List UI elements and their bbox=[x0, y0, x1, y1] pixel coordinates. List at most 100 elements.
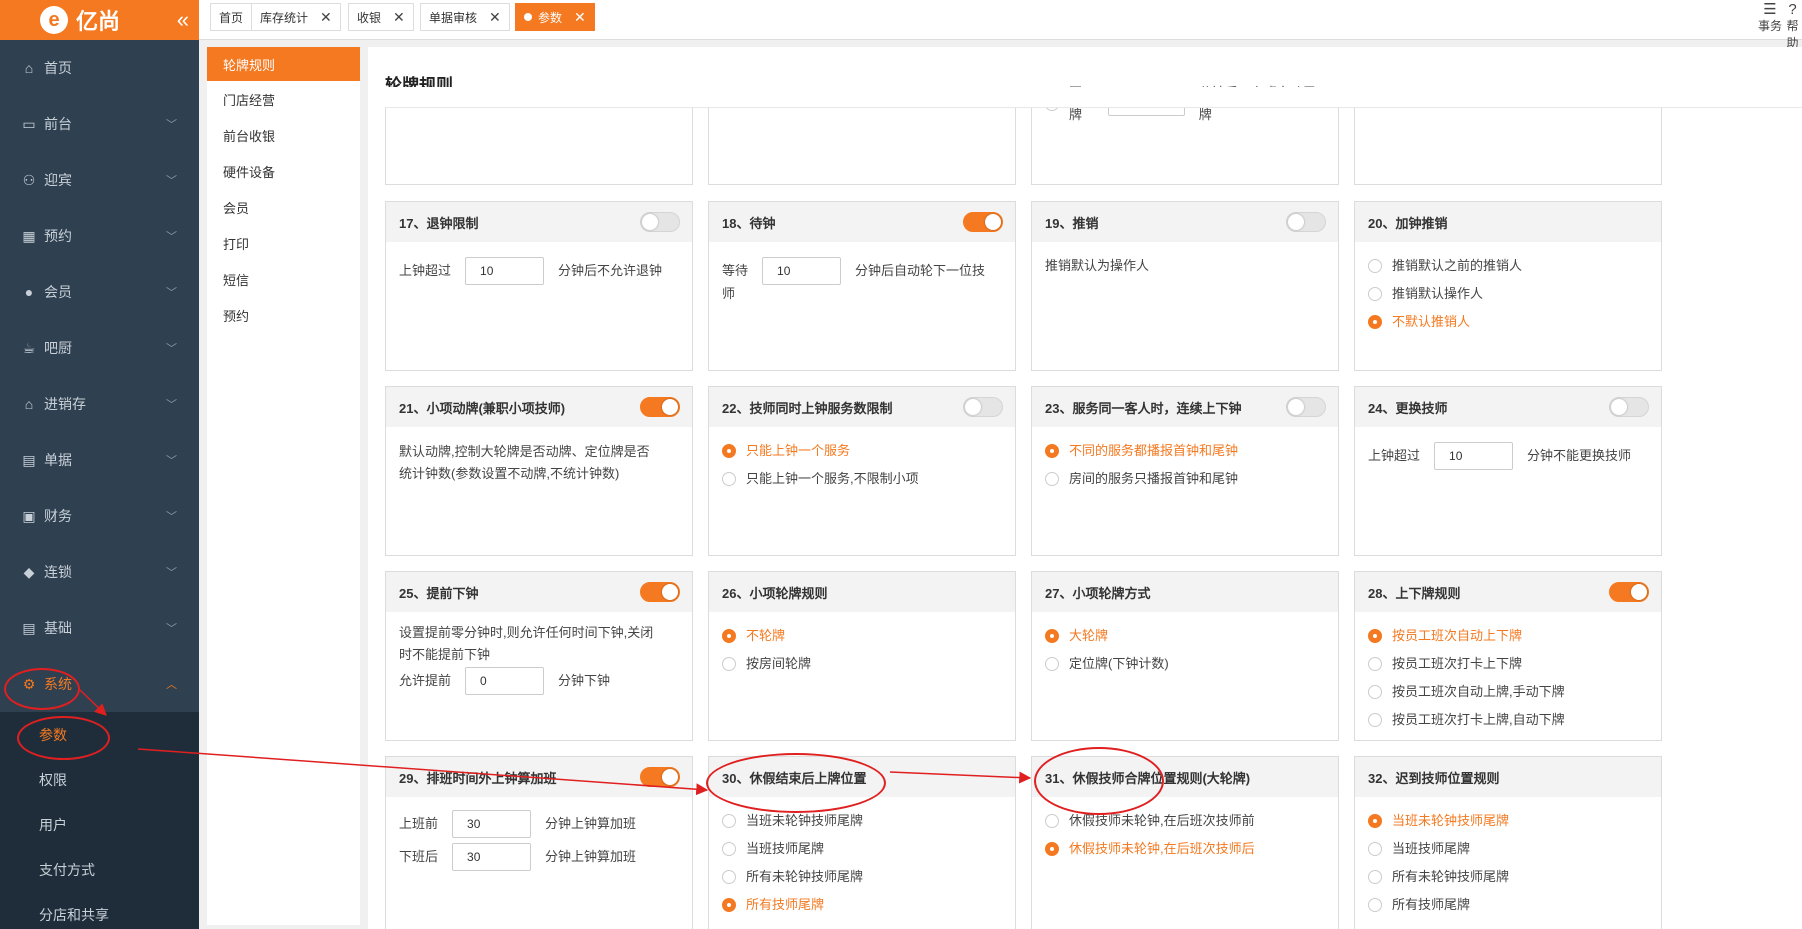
sidebar-item-inventory[interactable]: ⌂ 进销存 ﹀ bbox=[0, 376, 199, 432]
sidebar-item-home[interactable]: ⌂ 首页 bbox=[0, 40, 199, 96]
radio-option[interactable]: 当班未轮钟技师尾牌 bbox=[1368, 807, 1648, 835]
toggle-switch[interactable] bbox=[640, 767, 680, 787]
minutes-input[interactable]: 10 bbox=[762, 256, 842, 285]
warehouse-icon: ⌂ bbox=[24, 396, 34, 412]
submenu-item-store-operation[interactable]: 门店经营 bbox=[207, 81, 360, 117]
sidebar-item-front-desk[interactable]: ▭ 前台 ﹀ bbox=[0, 96, 199, 152]
subnav-item-params[interactable]: 参数 bbox=[0, 712, 199, 757]
close-icon[interactable]: ✕ bbox=[393, 9, 405, 26]
toggle-switch[interactable] bbox=[963, 212, 1003, 232]
radio-option[interactable]: 推销默认操作人 bbox=[1368, 280, 1648, 308]
sidebar-item-basic[interactable]: ▤ 基础 ﹀ bbox=[0, 600, 199, 656]
toggle-switch[interactable] bbox=[1609, 397, 1649, 417]
radio-option[interactable]: 按员工班次自动上下牌 bbox=[1368, 622, 1648, 650]
radio-selected-icon bbox=[1045, 444, 1059, 458]
radio-option[interactable]: 当班技师尾牌 bbox=[1368, 835, 1648, 863]
radio-option[interactable]: 所有未轮钟技师尾牌 bbox=[1368, 863, 1648, 891]
radio-label: 当班未轮钟技师尾牌 bbox=[746, 813, 864, 828]
minutes-input[interactable]: 10 bbox=[465, 256, 545, 285]
submenu-item-hardware[interactable]: 硬件设备 bbox=[207, 153, 360, 189]
radio-option[interactable]: 当班技师尾牌 bbox=[722, 835, 1002, 863]
radio-option[interactable]: 按员工班次打卡上下牌 bbox=[1368, 650, 1648, 678]
toggle-switch[interactable] bbox=[640, 397, 680, 417]
submenu-item-member[interactable]: 会员 bbox=[207, 189, 360, 225]
sidebar-item-member[interactable]: ● 会员 ﹀ bbox=[0, 264, 199, 320]
submenu-item-booking[interactable]: 预约 bbox=[207, 297, 360, 333]
submenu-item-cashier[interactable]: 前台收银 bbox=[207, 117, 360, 153]
toggle-switch[interactable] bbox=[963, 397, 1003, 417]
card-partial-1: 不动牌 bbox=[385, 92, 693, 185]
sidebar-item-chain[interactable]: ◆ 连锁 ﹀ bbox=[0, 544, 199, 600]
close-icon[interactable]: ✕ bbox=[489, 9, 501, 26]
sidebar-item-finance[interactable]: ▣ 财务 ﹀ bbox=[0, 488, 199, 544]
radio-option[interactable]: 所有技师尾牌 bbox=[722, 891, 1002, 919]
radio-option[interactable]: 推销默认之前的推销人 bbox=[1368, 252, 1648, 280]
card-19: 19、推销 推销默认为操作人 bbox=[1031, 201, 1339, 371]
radio-option[interactable]: 定位牌(下钟计数) bbox=[1045, 650, 1325, 678]
radio-option[interactable]: 所有未轮钟技师尾牌 bbox=[722, 863, 1002, 891]
collapse-sidebar-icon[interactable]: « bbox=[177, 7, 189, 33]
tab-home[interactable]: 首页 bbox=[210, 3, 253, 31]
radio-empty-icon bbox=[1368, 713, 1382, 727]
sidebar-item-booking[interactable]: ▦ 预约 ﹀ bbox=[0, 208, 199, 264]
radio-empty-icon bbox=[1368, 657, 1382, 671]
radio-label: 当班技师尾牌 bbox=[746, 841, 825, 856]
toggle-switch[interactable] bbox=[1286, 397, 1326, 417]
toggle-switch[interactable] bbox=[640, 582, 680, 602]
card-title-text: 26、小项轮牌规则 bbox=[722, 585, 828, 601]
radio-label: 只能上钟一个服务,不限制小项 bbox=[746, 471, 919, 486]
tasks-button[interactable]: ☰ 事务 bbox=[1758, 2, 1782, 34]
sidebar-item-documents[interactable]: ▤ 单据 ﹀ bbox=[0, 432, 199, 488]
radio-option[interactable]: 按员工班次打卡上牌,自动下牌 bbox=[1368, 706, 1648, 734]
toggle-switch[interactable] bbox=[1609, 582, 1649, 602]
radio-label: 按房间轮牌 bbox=[746, 656, 812, 671]
tab-doc-review[interactable]: 单据审核 ✕ bbox=[420, 3, 510, 31]
toggle-switch[interactable] bbox=[640, 212, 680, 232]
minutes-input[interactable]: 0 bbox=[465, 666, 545, 695]
radio-option[interactable]: 只能上钟一个服务 bbox=[722, 437, 1002, 465]
minutes-input[interactable]: 10 bbox=[1434, 441, 1514, 470]
radio-option[interactable]: 休假技师未轮钟,在后班次技师前 bbox=[1045, 807, 1325, 835]
radio-option[interactable]: 休假技师未轮钟,在后班次技师后 bbox=[1045, 835, 1325, 863]
tab-stock-stats[interactable]: 库存统计 ✕ bbox=[251, 3, 341, 31]
field-prefix: 上钟超过 bbox=[399, 262, 452, 278]
minutes-input[interactable]: 30 bbox=[452, 809, 532, 838]
radio-empty-icon bbox=[1368, 685, 1382, 699]
help-button[interactable]: ? 帮助 bbox=[1783, 2, 1802, 51]
subnav-item-permissions[interactable]: 权限 bbox=[0, 757, 199, 802]
minutes-input[interactable]: 30 bbox=[452, 842, 532, 871]
home-icon: ⌂ bbox=[24, 60, 34, 76]
radio-option[interactable]: 只能上钟一个服务,不限制小项 bbox=[722, 465, 1002, 493]
radio-option[interactable]: 当班未轮钟技师尾牌 bbox=[722, 807, 1002, 835]
close-icon[interactable]: ✕ bbox=[320, 9, 332, 26]
sidebar-item-label: 系统 bbox=[44, 676, 72, 692]
tab-cashier[interactable]: 收银 ✕ bbox=[348, 3, 414, 31]
radio-option[interactable]: 不轮牌 bbox=[722, 622, 1002, 650]
radio-option[interactable]: 按员工班次自动上牌,手动下牌 bbox=[1368, 678, 1648, 706]
tab-params[interactable]: 参数 ✕ bbox=[515, 3, 595, 31]
submenu-item-print[interactable]: 打印 bbox=[207, 225, 360, 261]
sidebar-item-system[interactable]: ⚙ 系统 ︿ bbox=[0, 656, 199, 712]
radio-option[interactable]: 房间的服务只播报首钟和尾钟 bbox=[1045, 465, 1325, 493]
radio-label: 大轮牌 bbox=[1069, 628, 1109, 643]
submenu-item-sms[interactable]: 短信 bbox=[207, 261, 360, 297]
radio-option[interactable]: 大轮牌 bbox=[1045, 622, 1325, 650]
radio-empty-icon bbox=[1368, 842, 1382, 856]
sidebar-item-reception[interactable]: ⚇ 迎宾 ﹀ bbox=[0, 152, 199, 208]
subnav-item-payment[interactable]: 支付方式 bbox=[0, 847, 199, 892]
card-21: 21、小项动牌(兼职小项技师) 默认动牌,控制大轮牌是否动牌、定位牌是否 统计钟数… bbox=[385, 386, 693, 556]
radio-option[interactable]: 不默认推销人 bbox=[1368, 308, 1648, 336]
radio-option[interactable]: 不同的服务都播报首钟和尾钟 bbox=[1045, 437, 1325, 465]
radio-option[interactable]: 所有技师尾牌 bbox=[1368, 891, 1648, 919]
subnav-item-users[interactable]: 用户 bbox=[0, 802, 199, 847]
sidebar-item-kitchen[interactable]: ☕ 吧厨 ﹀ bbox=[0, 320, 199, 376]
close-icon[interactable]: ✕ bbox=[574, 9, 586, 26]
radio-selected-icon bbox=[1368, 315, 1382, 329]
radio-option[interactable]: 按房间轮牌 bbox=[722, 650, 1002, 678]
radio-selected-icon bbox=[1368, 629, 1382, 643]
toggle-switch[interactable] bbox=[1286, 212, 1326, 232]
submenu-item-rotation-rules[interactable]: 轮牌规则 bbox=[207, 47, 360, 81]
field-suffix: 分钟下钟 bbox=[558, 672, 611, 688]
subnav-item-branches[interactable]: 分店和共享 bbox=[0, 892, 199, 929]
radio-label: 只能上钟一个服务 bbox=[746, 443, 851, 458]
